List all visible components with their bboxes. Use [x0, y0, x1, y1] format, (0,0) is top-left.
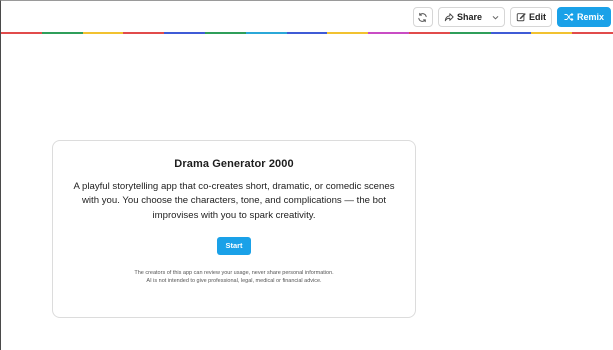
app-description: A playful storytelling app that co-creat… [73, 181, 395, 221]
disclaimer-line-2: AI is not intended to give professional,… [146, 278, 322, 285]
color-stripe [1, 32, 613, 34]
remix-icon [564, 12, 574, 22]
color-stripe-segment [82, 32, 124, 34]
toolbar: Share Edit Remix [412, 7, 611, 27]
app-title: Drama Generator 2000 [174, 158, 294, 170]
start-button[interactable]: Start [217, 236, 251, 255]
remix-label: Remix [576, 12, 604, 22]
disclaimer-line-1: The creators of this app can review your… [134, 269, 334, 276]
color-stripe-segment [368, 32, 409, 34]
edit-label: Edit [528, 12, 546, 22]
color-stripe-segment [245, 32, 287, 34]
color-stripe-segment [531, 32, 573, 34]
share-label: Share [456, 12, 482, 22]
color-stripe-segment [408, 32, 450, 34]
share-button[interactable]: Share [437, 7, 505, 27]
color-stripe-segment [1, 32, 42, 34]
color-stripe-segment [449, 32, 491, 34]
color-stripe-segment [286, 32, 328, 34]
color-stripe-segment [41, 32, 83, 34]
app-frame: Share Edit Remix Drama Generator 2000 A … [0, 0, 613, 350]
intro-card: Drama Generator 2000 A playful storytell… [52, 140, 416, 318]
edit-icon [516, 12, 526, 22]
color-stripe-segment [572, 32, 613, 34]
disclaimer: The creators of this app can review your… [74, 269, 394, 286]
chevron-down-icon[interactable] [491, 13, 500, 22]
refresh-icon [417, 12, 428, 23]
share-icon [444, 12, 454, 22]
refresh-button[interactable] [412, 7, 433, 27]
color-stripe-segment [204, 32, 246, 34]
color-stripe-segment [123, 32, 165, 34]
edit-button[interactable]: Edit [509, 7, 552, 27]
remix-button[interactable]: Remix [556, 7, 611, 27]
color-stripe-segment [164, 32, 205, 34]
color-stripe-segment [327, 32, 369, 34]
color-stripe-segment [490, 32, 532, 34]
